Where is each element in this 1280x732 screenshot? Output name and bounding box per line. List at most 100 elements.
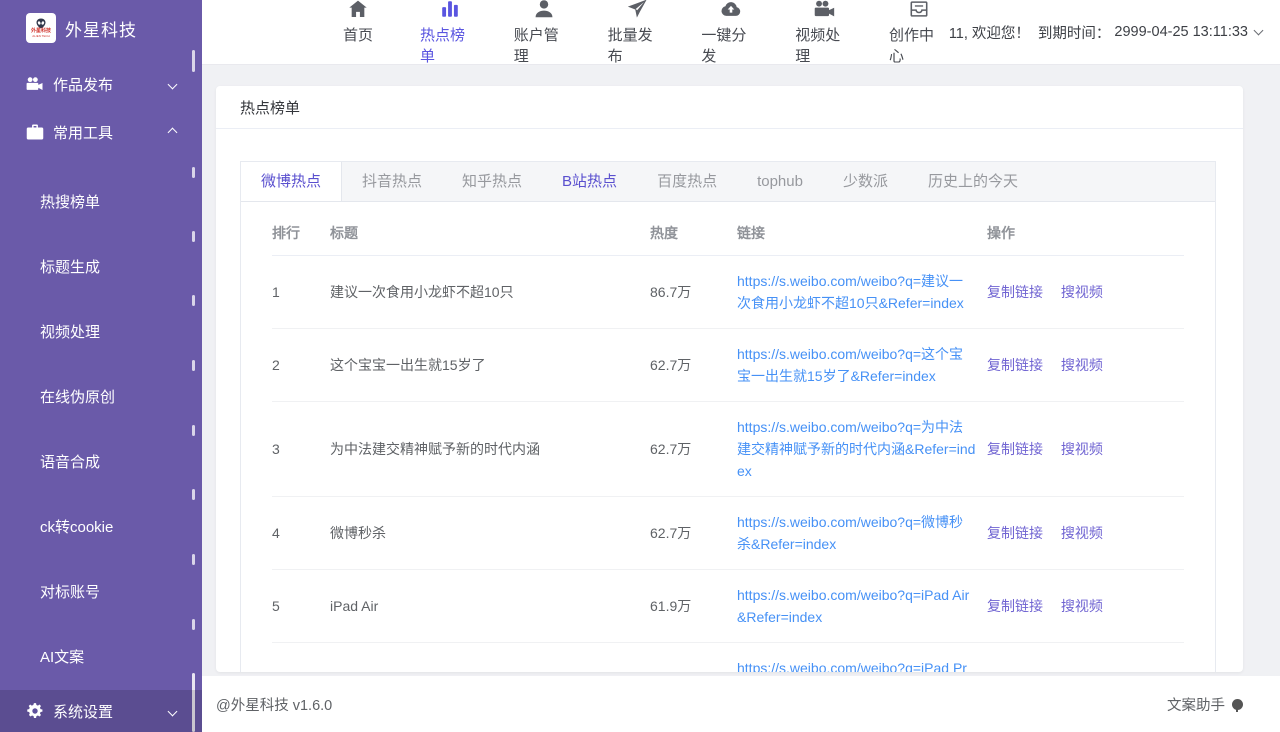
nav-one-click-distribute[interactable]: 一键分发 bbox=[701, 0, 761, 66]
top-navigation: 首页 热点榜单 账户管理 bbox=[330, 0, 949, 66]
heat-cell: 61.9万 bbox=[650, 569, 737, 642]
sidebar-group-label: 系统设置 bbox=[53, 701, 113, 722]
heat-cell: 62.7万 bbox=[650, 328, 737, 401]
title-cell: 这个宝宝一出生就15岁了 bbox=[330, 328, 650, 401]
assistant-label: 文案助手 bbox=[1167, 694, 1225, 715]
nav-home[interactable]: 首页 bbox=[330, 0, 386, 66]
sidebar-group-label: 常用工具 bbox=[53, 122, 113, 143]
sidebar-scroll-mark bbox=[192, 167, 195, 178]
sidebar-group-settings[interactable]: 系统设置 bbox=[0, 690, 202, 732]
user-icon bbox=[533, 0, 555, 20]
welcome-text: 11, 欢迎您！ bbox=[949, 22, 1030, 43]
rank-cell: 5 bbox=[272, 569, 330, 642]
search-video-button[interactable]: 搜视频 bbox=[1061, 598, 1103, 614]
table-row: 5 iPad Air 61.9万 https://s.weibo.com/wei… bbox=[272, 569, 1184, 642]
col-header-heat: 热度 bbox=[650, 202, 737, 255]
user-account-dropdown[interactable]: 11, 欢迎您！ 到期时间： 2999-04-25 13:11:33 bbox=[949, 22, 1262, 43]
copy-link-button[interactable]: 复制链接 bbox=[987, 525, 1043, 541]
col-header-title: 标题 bbox=[330, 202, 650, 255]
logo-subtext: ALIEN TECH bbox=[32, 34, 50, 38]
tab-douyin-hot[interactable]: 抖音热点 bbox=[342, 162, 442, 201]
sidebar-item-title-gen[interactable]: 标题生成 bbox=[0, 235, 202, 300]
search-video-button[interactable]: 搜视频 bbox=[1061, 284, 1103, 300]
heat-cell: 62.7万 bbox=[650, 401, 737, 496]
weibo-link[interactable]: https://s.weibo.com/weibo?q=iPad Air&Ref… bbox=[737, 584, 977, 628]
sidebar-item-hot-list[interactable]: 热搜榜单 bbox=[0, 170, 202, 235]
nav-label: 一键分发 bbox=[701, 24, 761, 66]
rank-cell bbox=[272, 642, 330, 672]
copy-link-button[interactable]: 复制链接 bbox=[987, 598, 1043, 614]
weibo-link[interactable]: https://s.weibo.com/weibo?q=这个宝宝一出生就15岁了… bbox=[737, 343, 977, 387]
col-header-link: 链接 bbox=[737, 202, 987, 255]
sidebar-item-voice-synth[interactable]: 语音合成 bbox=[0, 430, 202, 495]
nav-video-process[interactable]: 视频处理 bbox=[795, 0, 855, 66]
title-cell: 建议一次食用小龙虾不超10只 bbox=[330, 255, 650, 328]
title-cell: 为中法建交精神赋予新的时代内涵 bbox=[330, 401, 650, 496]
copy-link-button[interactable]: 复制链接 bbox=[987, 284, 1043, 300]
sidebar-scroll-mark bbox=[192, 295, 195, 306]
sidebar-item-benchmark-account[interactable]: 对标账号 bbox=[0, 560, 202, 625]
sidebar-item-video-process[interactable]: 视频处理 bbox=[0, 300, 202, 365]
sidebar-scroll-mark bbox=[192, 50, 195, 72]
table-row: 4 微博秒杀 62.7万 https://s.weibo.com/weibo?q… bbox=[272, 496, 1184, 569]
col-header-actions: 操作 bbox=[987, 202, 1184, 255]
chevron-up-icon bbox=[168, 127, 178, 137]
title-cell bbox=[330, 642, 650, 672]
tab-history-today[interactable]: 历史上的今天 bbox=[908, 162, 1038, 201]
copy-link-button[interactable]: 复制链接 bbox=[987, 357, 1043, 373]
sidebar-group-tools[interactable]: 常用工具 bbox=[0, 108, 202, 156]
tabs-bar: 微博热点 抖音热点 知乎热点 B站热点 百度热点 tophub 少数派 历史上的… bbox=[241, 162, 1215, 202]
tab-zhihu-hot[interactable]: 知乎热点 bbox=[442, 162, 542, 201]
tab-bilibili-hot[interactable]: B站热点 bbox=[542, 162, 637, 201]
copywriting-assistant-button[interactable]: 文案助手 bbox=[1167, 694, 1243, 715]
chevron-down-icon bbox=[168, 79, 178, 89]
page-title: 热点榜单 bbox=[240, 97, 300, 118]
nav-batch-publish[interactable]: 批量发布 bbox=[608, 0, 668, 66]
title-cell: 微博秒杀 bbox=[330, 496, 650, 569]
nav-account[interactable]: 账户管理 bbox=[514, 0, 574, 66]
sidebar-item-ai-copywriting[interactable]: AI文案 bbox=[0, 625, 202, 690]
sidebar-item-online-rewrite[interactable]: 在线伪原创 bbox=[0, 365, 202, 430]
copy-link-button[interactable]: 复制链接 bbox=[987, 441, 1043, 457]
sidebar-scroll-mark bbox=[192, 425, 195, 436]
tab-baidu-hot[interactable]: 百度热点 bbox=[637, 162, 737, 201]
rank-cell: 3 bbox=[272, 401, 330, 496]
chevron-down-icon bbox=[1254, 26, 1264, 36]
nav-label: 视频处理 bbox=[795, 24, 855, 66]
paper-plane-icon bbox=[626, 0, 648, 20]
weibo-link[interactable]: https://s.weibo.com/weibo?q=iPad Pr bbox=[737, 657, 967, 673]
nav-hot-list[interactable]: 热点榜单 bbox=[420, 0, 480, 66]
nav-label: 账户管理 bbox=[514, 24, 574, 66]
sidebar-scroll-mark bbox=[192, 489, 195, 500]
cloud-upload-icon bbox=[720, 0, 742, 20]
table-row: 2 这个宝宝一出生就15岁了 62.7万 https://s.weibo.com… bbox=[272, 328, 1184, 401]
search-video-button[interactable]: 搜视频 bbox=[1061, 357, 1103, 373]
nav-creation-center[interactable]: 创作中心 bbox=[889, 0, 949, 66]
tab-tophub[interactable]: tophub bbox=[737, 162, 823, 201]
search-video-button[interactable]: 搜视频 bbox=[1061, 441, 1103, 457]
expiry-label: 到期时间： bbox=[1038, 22, 1111, 43]
search-video-button[interactable]: 搜视频 bbox=[1061, 525, 1103, 541]
balloon-icon bbox=[1232, 699, 1243, 710]
table-row: 1 建议一次食用小龙虾不超10只 86.7万 https://s.weibo.c… bbox=[272, 255, 1184, 328]
weibo-link[interactable]: https://s.weibo.com/weibo?q=建议一次食用小龙虾不超1… bbox=[737, 270, 977, 314]
card-body: 微博热点 抖音热点 知乎热点 B站热点 百度热点 tophub 少数派 历史上的… bbox=[216, 129, 1243, 672]
tools-submenu: 热搜榜单 标题生成 视频处理 在线伪原创 语音合成 ck转cookie 对标账号… bbox=[0, 156, 202, 690]
bar-chart-icon bbox=[439, 0, 461, 20]
brand-logo: 外星科技 ALIEN TECH bbox=[26, 13, 56, 43]
weibo-link[interactable]: https://s.weibo.com/weibo?q=为中法建交精神赋予新的时… bbox=[737, 416, 977, 482]
rank-cell: 4 bbox=[272, 496, 330, 569]
video-camera-icon bbox=[814, 0, 836, 20]
tab-weibo-hot[interactable]: 微博热点 bbox=[241, 162, 342, 201]
nav-label: 创作中心 bbox=[889, 24, 949, 66]
tabs-panel: 微博热点 抖音热点 知乎热点 B站热点 百度热点 tophub 少数派 历史上的… bbox=[240, 161, 1216, 672]
sidebar-group-label: 作品发布 bbox=[53, 74, 113, 95]
topbar: 首页 热点榜单 账户管理 bbox=[202, 0, 1280, 65]
sidebar-item-ck-cookie[interactable]: ck转cookie bbox=[0, 495, 202, 560]
tab-sspai[interactable]: 少数派 bbox=[823, 162, 908, 201]
weibo-link[interactable]: https://s.weibo.com/weibo?q=微博秒杀&Refer=i… bbox=[737, 511, 977, 555]
briefcase-icon bbox=[26, 123, 44, 141]
sidebar-group-publish[interactable]: 作品发布 bbox=[0, 60, 202, 108]
expiry-value: 2999-04-25 13:11:33 bbox=[1114, 24, 1248, 40]
sidebar-scroll-mark bbox=[192, 231, 195, 242]
